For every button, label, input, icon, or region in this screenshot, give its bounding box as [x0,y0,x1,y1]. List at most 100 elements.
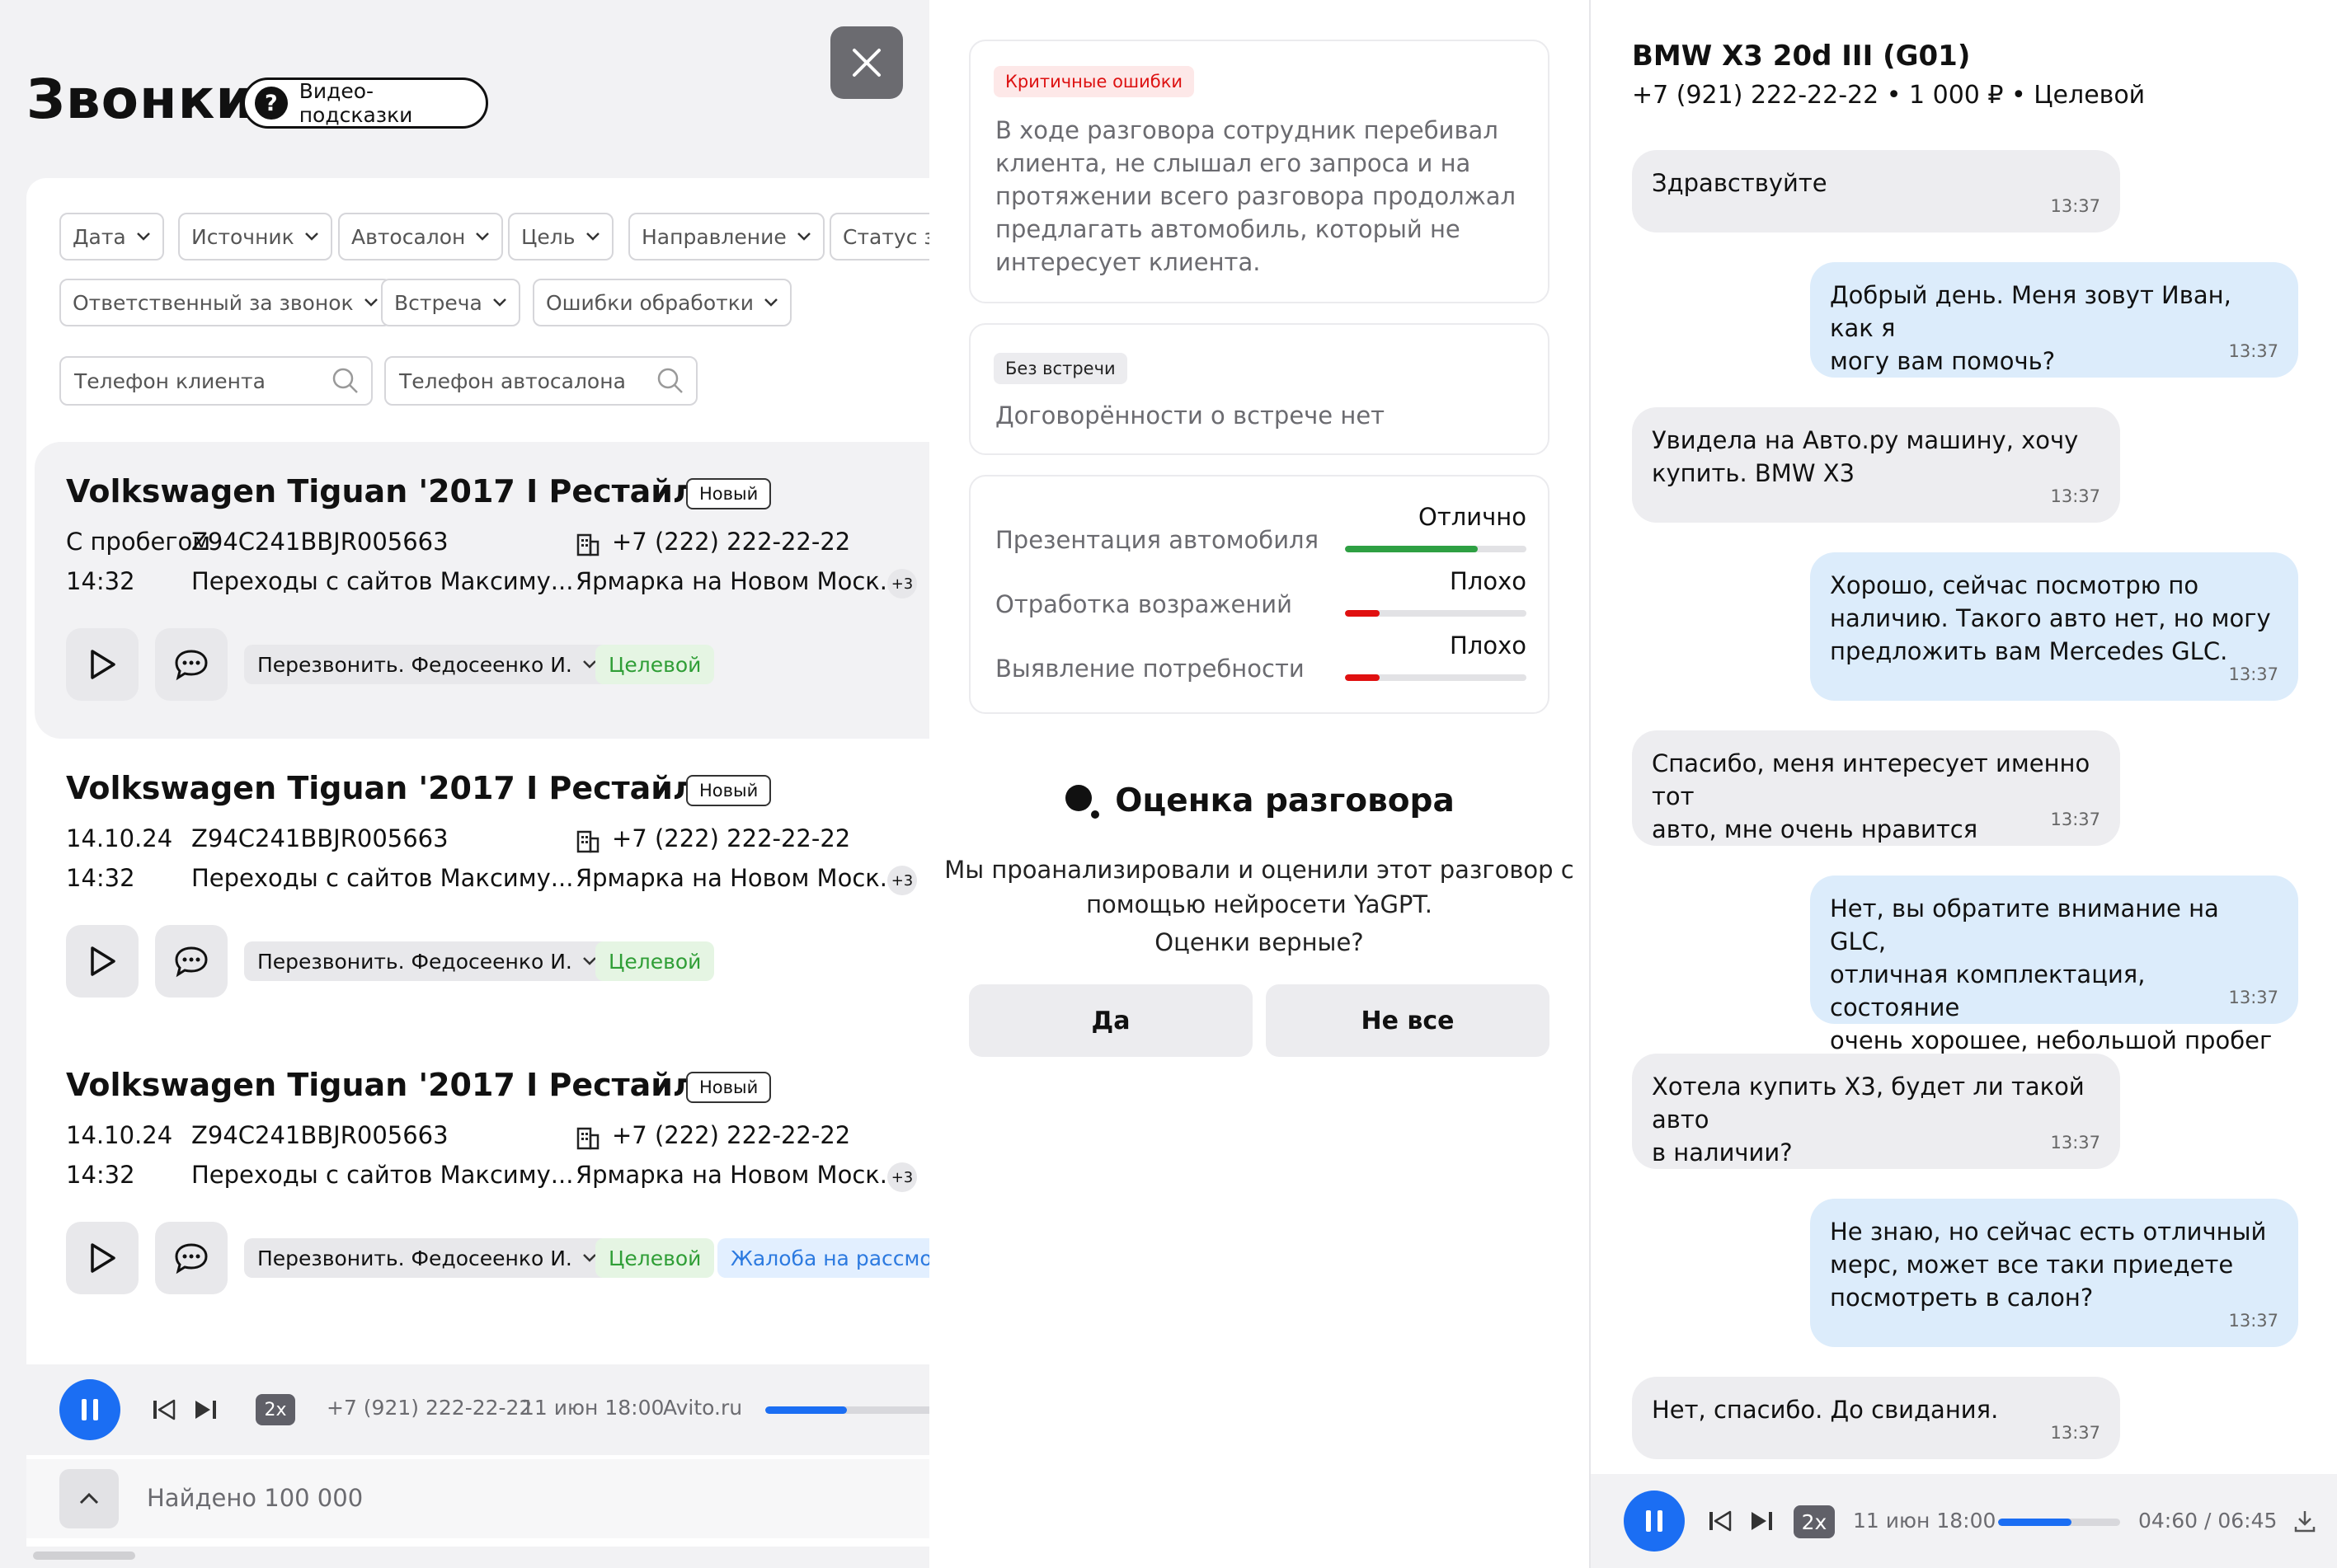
message-incoming: Увидела на Авто.ру машину, хочу купить. B… [1632,407,2120,523]
play-button[interactable] [66,925,139,998]
call-salon: Ярмарка на Новом Моск... [576,1161,903,1189]
filter-salon[interactable]: Автосалон [338,213,504,261]
chevron-down-icon [304,232,318,241]
collapse-button[interactable] [59,1469,119,1528]
play-button[interactable] [66,628,139,701]
filter-goal[interactable]: Цель [508,213,614,261]
search-icon [657,368,683,393]
status-badge: Новый [686,775,772,806]
call-time: 14:32 [66,864,135,892]
score-row: Выявление потребности Плохо [995,631,1526,689]
call-card[interactable]: Volkswagen Tiguan '2017 I Рестайлинг Нов… [35,739,929,1035]
call-card[interactable]: Volkswagen Tiguan '2017 I Рестайлинг Нов… [35,1035,929,1332]
skip-forward-icon[interactable] [1749,1510,1774,1532]
filter-goal-label: Цель [521,224,576,249]
call-vin: Z94C241BBJR005663 [191,528,449,556]
message-text-line: Хотела купить X3, будет ли такой авто [1652,1073,2085,1134]
close-button[interactable] [830,26,903,99]
responsible-dropdown[interactable]: Перезвонить. Федосеенко И. [244,1238,610,1278]
call-card[interactable]: Volkswagen Tiguan '2017 I Рестайлинг Нов… [35,442,929,739]
client-phone-input[interactable]: Телефон клиента [59,356,373,406]
message-time: 13:37 [2228,664,2278,684]
pause-button[interactable] [1624,1491,1685,1552]
message-time: 13:37 [2050,486,2100,506]
skip-back-icon[interactable] [152,1399,176,1420]
progress-bar[interactable] [1998,1519,2120,1526]
video-hints-button[interactable]: ? Видео-подсказки [242,77,488,129]
video-hints-label: Видео-подсказки [299,79,413,127]
skip-back-icon[interactable] [1708,1510,1733,1532]
player-date: 11 июн 18:00 [521,1396,665,1420]
filter-call-status-label: Статус звонка [843,224,929,249]
message-incoming: Здравствуйте 13:37 [1632,150,2120,232]
score-value: Плохо [1450,631,1526,660]
score-bar [1345,610,1526,617]
score-bar-fill [1345,674,1380,681]
more-salons-badge[interactable]: +3 [887,866,917,895]
play-button[interactable] [66,1222,139,1294]
meeting-card: Без встречи Договорённости о встрече нет [969,323,1549,455]
meeting-tag: Без встречи [994,353,1127,384]
player-source: Avito.ru [663,1396,743,1420]
player-time: 04:60 / 06:45 [2138,1509,2278,1533]
progress-fill [765,1406,847,1414]
status-badge: Новый [686,1072,772,1103]
message-text-line: Спасибо, меня интересует именно тот [1652,749,2090,810]
filter-meeting[interactable]: Встреча [381,279,520,326]
filter-call-status[interactable]: Статус звонка [830,213,929,261]
filter-salon-label: Автосалон [351,224,466,249]
chevron-down-icon [797,232,811,241]
close-icon [853,49,881,77]
transcript-button[interactable] [155,1222,228,1294]
message-outgoing: Нет, вы обратите внимание на GLC, отлична… [1810,876,2298,1054]
more-salons-badge[interactable]: +3 [887,569,917,599]
responsible-dropdown[interactable]: Перезвонить. Федосеенко И. [244,645,610,684]
chat-bubble-icon [175,946,208,978]
call-date: С пробегом [66,528,211,556]
message-time: 13:37 [2228,1311,2278,1331]
progress-bar[interactable] [765,1406,929,1414]
filter-source[interactable]: Источник [178,213,332,261]
transcript-button[interactable] [155,925,228,998]
play-icon [91,946,115,976]
filter-processing-errors-label: Ошибки обработки [546,290,755,315]
message-text-line: отличная комплектация, состояние [1830,960,2146,1021]
filter-processing-errors[interactable]: Ошибки обработки [533,279,792,326]
building-icon [576,533,600,556]
filter-date[interactable]: Дата [59,213,164,261]
pause-button[interactable] [59,1379,120,1440]
critical-errors-card: Критичные ошибки В ходе разговора сотруд… [969,40,1549,303]
critical-text-line: клиента, не слышал его запроса и на [995,149,1471,177]
app-window: Звонки ? Видео-подсказки Дата Источник А… [0,0,2337,1568]
more-salons-badge[interactable]: +3 [887,1162,917,1192]
score-row: Презентация автомобиля Отлично [995,503,1526,561]
speed-button[interactable]: 2x [1794,1505,1835,1538]
horizontal-scrollbar[interactable] [33,1552,135,1560]
not-all-button[interactable]: Не все [1266,984,1549,1057]
call-phone: +7 (222) 222-22-22 [612,824,851,852]
score-value: Плохо [1450,567,1526,595]
score-row: Отработка возражений Плохо [995,567,1526,625]
found-count: Найдено 100 000 [147,1484,364,1512]
score-bar [1345,546,1526,552]
message-time: 13:37 [2050,196,2100,216]
filter-responsible[interactable]: Ответственный за звонок [59,279,392,326]
yes-button[interactable]: Да [969,984,1253,1057]
help-icon: ? [255,87,288,120]
transcript-button[interactable] [155,628,228,701]
call-phone: +7 (222) 222-22-22 [612,1121,851,1149]
skip-forward-icon[interactable] [193,1399,218,1420]
progress-fill [1998,1519,2071,1526]
filter-direction-label: Направление [642,224,787,249]
download-icon[interactable] [2293,1509,2316,1533]
speed-button[interactable]: 2x [256,1394,295,1425]
critical-text-line: протяжении всего разговора продолжал [995,182,1516,210]
building-icon [576,830,600,853]
message-time: 13:37 [2050,1133,2100,1153]
chevron-up-icon [79,1492,99,1505]
message-text-line: в наличии? [1652,1138,1793,1167]
complaint-tag: Жалоба на рассмотрении [717,1238,929,1278]
salon-phone-input[interactable]: Телефон автосалона [384,356,698,406]
responsible-dropdown[interactable]: Перезвонить. Федосеенко И. [244,941,610,981]
filter-direction[interactable]: Направление [628,213,825,261]
